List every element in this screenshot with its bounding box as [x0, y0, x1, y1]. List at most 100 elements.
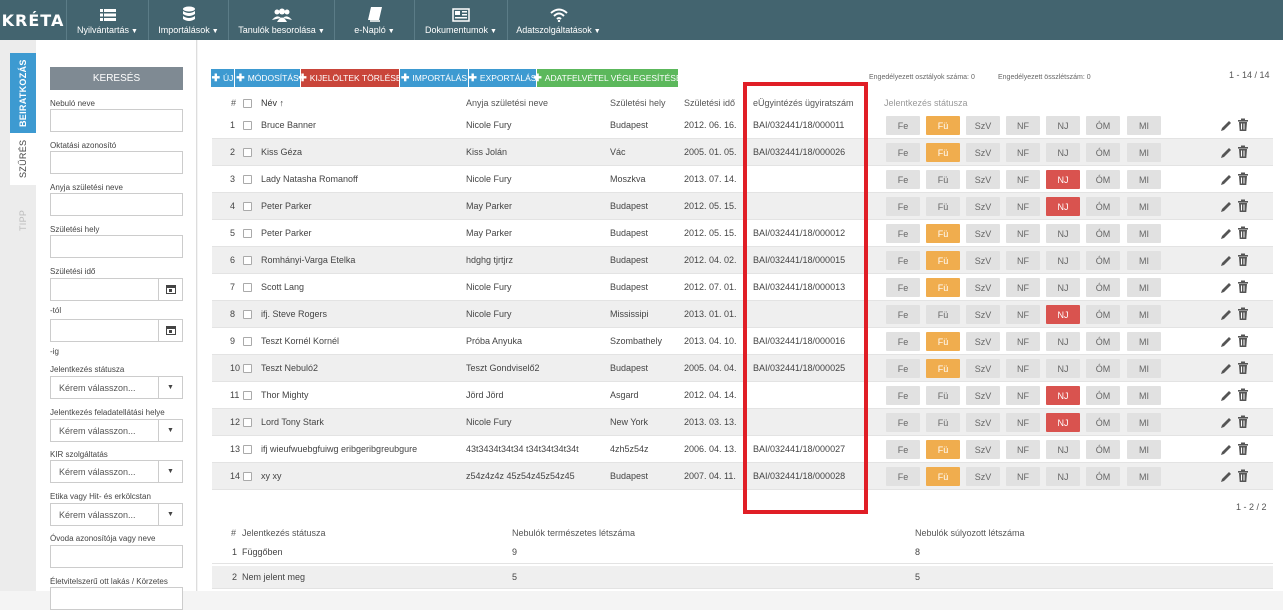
edit-pencil-icon[interactable]	[1220, 415, 1232, 429]
trash-icon[interactable]	[1237, 307, 1249, 321]
status-button-6[interactable]: MI	[1127, 467, 1161, 486]
edit-pencil-icon[interactable]	[1220, 253, 1232, 267]
status-button-5[interactable]: ÓM	[1086, 278, 1120, 297]
status-button-3[interactable]: NF	[1006, 386, 1040, 405]
row-checkbox[interactable]	[243, 121, 252, 130]
status-button-2[interactable]: SzV	[966, 359, 1000, 378]
export-button[interactable]: ✚ EXPORTÁLÁS	[469, 69, 536, 87]
status-button-2[interactable]: SzV	[966, 305, 1000, 324]
status-button-3[interactable]: NF	[1006, 116, 1040, 135]
birth-place-input[interactable]	[50, 235, 183, 258]
status-button-3[interactable]: NF	[1006, 332, 1040, 351]
status-button-2[interactable]: SzV	[966, 116, 1000, 135]
menu-importalasok[interactable]: Importálások ▼	[148, 0, 228, 40]
edit-pencil-icon[interactable]	[1220, 442, 1232, 456]
new-button[interactable]: ✚ ÚJ	[211, 69, 234, 87]
status-button-0[interactable]: Fe	[886, 386, 920, 405]
status-button-1[interactable]: Fü	[926, 278, 960, 297]
trash-icon[interactable]	[1237, 280, 1249, 294]
row-checkbox[interactable]	[243, 445, 252, 454]
status-button-4[interactable]: NJ	[1046, 197, 1080, 216]
status-button-6[interactable]: MI	[1127, 386, 1161, 405]
trash-icon[interactable]	[1237, 145, 1249, 159]
row-checkbox[interactable]	[243, 364, 252, 373]
status-button-4[interactable]: NJ	[1046, 386, 1080, 405]
status-button-1[interactable]: Fü	[926, 143, 960, 162]
edit-pencil-icon[interactable]	[1220, 172, 1232, 186]
status-button-1[interactable]: Fü	[926, 251, 960, 270]
status-button-4[interactable]: NJ	[1046, 251, 1080, 270]
status-button-3[interactable]: NF	[1006, 440, 1040, 459]
status-button-2[interactable]: SzV	[966, 170, 1000, 189]
status-button-0[interactable]: Fe	[886, 197, 920, 216]
table-row[interactable]: 1 Bruce Banner Nicole Fury Budapest 2012. 06…	[212, 112, 1273, 139]
edit-pencil-icon[interactable]	[1220, 145, 1232, 159]
calendar-icon[interactable]	[158, 279, 182, 300]
trash-icon[interactable]	[1237, 442, 1249, 456]
table-row[interactable]: 2 Kiss Géza Kiss Jolán Vác 2005. 01. 05. BAI/…	[212, 139, 1273, 166]
status-button-0[interactable]: Fe	[886, 143, 920, 162]
finalize-button[interactable]: ✚ ADATFELVÉTEL VÉGLEGESÍTÉSE	[533, 69, 682, 87]
status-button-4[interactable]: NJ	[1046, 143, 1080, 162]
status-button-1[interactable]: Fü	[926, 116, 960, 135]
status-button-5[interactable]: ÓM	[1086, 251, 1120, 270]
row-checkbox[interactable]	[243, 310, 252, 319]
status-button-2[interactable]: SzV	[966, 413, 1000, 432]
table-row[interactable]: 3 Lady Natasha Romanoff Nicole Fury Moszkva…	[212, 166, 1273, 193]
status-button-1[interactable]: Fü	[926, 413, 960, 432]
status-button-0[interactable]: Fe	[886, 251, 920, 270]
status-button-4[interactable]: NJ	[1046, 413, 1080, 432]
status-button-0[interactable]: Fe	[886, 305, 920, 324]
birth-date-from-input[interactable]	[50, 278, 183, 301]
edit-pencil-icon[interactable]	[1220, 118, 1232, 132]
status-button-0[interactable]: Fe	[886, 116, 920, 135]
status-button-5[interactable]: ÓM	[1086, 359, 1120, 378]
status-button-5[interactable]: ÓM	[1086, 116, 1120, 135]
name-input[interactable]	[50, 109, 183, 132]
status-button-1[interactable]: Fü	[926, 170, 960, 189]
row-checkbox[interactable]	[243, 418, 252, 427]
edit-pencil-icon[interactable]	[1220, 469, 1232, 483]
status-button-2[interactable]: SzV	[966, 278, 1000, 297]
status-button-4[interactable]: NJ	[1046, 116, 1080, 135]
status-button-5[interactable]: ÓM	[1086, 413, 1120, 432]
menu-adatszolgaltatasok[interactable]: Adatszolgáltatások ▼	[507, 0, 609, 40]
status-button-2[interactable]: SzV	[966, 143, 1000, 162]
row-checkbox[interactable]	[243, 229, 252, 238]
status-button-6[interactable]: MI	[1127, 116, 1161, 135]
status-button-5[interactable]: ÓM	[1086, 224, 1120, 243]
trash-icon[interactable]	[1237, 415, 1249, 429]
status-button-3[interactable]: NF	[1006, 467, 1040, 486]
status-button-5[interactable]: ÓM	[1086, 143, 1120, 162]
row-checkbox[interactable]	[243, 256, 252, 265]
edu-id-input[interactable]	[50, 151, 183, 174]
status-button-5[interactable]: ÓM	[1086, 467, 1120, 486]
column-header-date[interactable]: Születési idő	[684, 95, 735, 111]
status-button-3[interactable]: NF	[1006, 278, 1040, 297]
column-header-mother[interactable]: Anyja születési neve	[466, 95, 548, 111]
row-checkbox[interactable]	[243, 175, 252, 184]
tab-tipp[interactable]: TIPP	[10, 190, 36, 250]
menu-tanulok-besorolasa[interactable]: Tanulók besorolása ▼	[228, 0, 334, 40]
delete-selected-button[interactable]: ✚ KIJELÖLTEK TÖRLÉSE	[298, 69, 402, 87]
edit-pencil-icon[interactable]	[1220, 199, 1232, 213]
status-button-3[interactable]: NF	[1006, 413, 1040, 432]
status-button-1[interactable]: Fü	[926, 467, 960, 486]
calendar-icon[interactable]	[158, 320, 182, 341]
status-button-3[interactable]: NF	[1006, 143, 1040, 162]
status-button-3[interactable]: NF	[1006, 251, 1040, 270]
status-button-1[interactable]: Fü	[926, 224, 960, 243]
row-checkbox[interactable]	[243, 148, 252, 157]
column-header-case[interactable]: eÜgyintézés ügyiratszám	[753, 95, 854, 111]
task-place-select[interactable]: Kérem válasszon... ▼	[50, 419, 183, 442]
status-button-3[interactable]: NF	[1006, 197, 1040, 216]
status-button-3[interactable]: NF	[1006, 359, 1040, 378]
trash-icon[interactable]	[1237, 226, 1249, 240]
kreta-logo[interactable]: KRÉTA	[0, 0, 66, 40]
row-checkbox[interactable]	[243, 391, 252, 400]
status-button-6[interactable]: MI	[1127, 413, 1161, 432]
row-checkbox[interactable]	[243, 472, 252, 481]
table-row[interactable]: 13 ifj wieufwuebgfuiwg eribgeribgreubgure…	[212, 436, 1273, 463]
trash-icon[interactable]	[1237, 253, 1249, 267]
status-button-4[interactable]: NJ	[1046, 359, 1080, 378]
